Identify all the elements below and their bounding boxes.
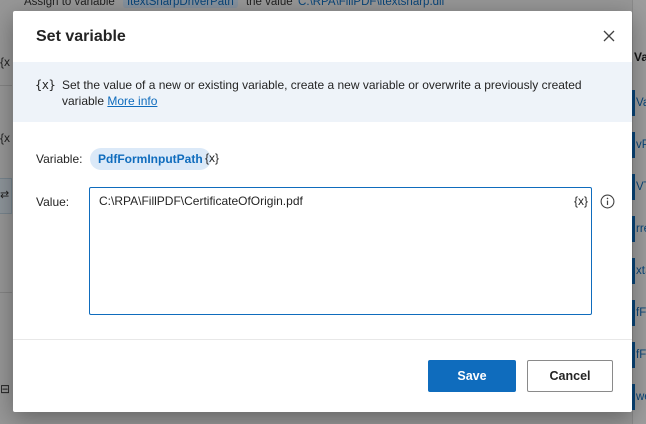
more-info-link[interactable]: More info: [107, 94, 157, 108]
info-icon[interactable]: [600, 194, 615, 209]
save-button[interactable]: Save: [428, 360, 516, 392]
close-icon: [603, 30, 615, 42]
cancel-button[interactable]: Cancel: [527, 360, 613, 392]
close-button[interactable]: [600, 27, 618, 45]
info-banner: {x} Set the value of a new or existing v…: [13, 62, 632, 122]
value-input[interactable]: C:\RPA\FillPDF\CertificateOfOrigin.pdf {…: [89, 187, 592, 315]
dialog-title: Set variable: [36, 28, 126, 45]
variable-icon: {x}: [35, 78, 56, 92]
footer-divider: [13, 339, 632, 340]
set-variable-dialog: Set variable {x} Set the value of a new …: [13, 11, 632, 412]
value-text: C:\RPA\FillPDF\CertificateOfOrigin.pdf: [99, 194, 303, 208]
value-label: Value:: [36, 195, 70, 209]
info-text: Set the value of a new or existing varia…: [62, 78, 582, 108]
insert-variable-icon[interactable]: {x}: [574, 194, 588, 208]
variable-label: Variable:: [36, 152, 83, 166]
variable-picker-icon[interactable]: {x}: [205, 151, 219, 165]
variable-name-chip[interactable]: PdfFormInputPath: [90, 148, 211, 170]
